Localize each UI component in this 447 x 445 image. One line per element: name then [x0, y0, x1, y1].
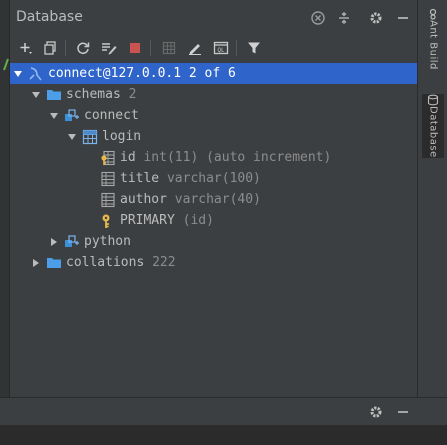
tree-row-label: connect@127.0.0.1 2 of 6 — [48, 63, 236, 84]
folder-icon — [46, 87, 62, 103]
expand-arrow-right-icon[interactable] — [30, 252, 42, 273]
sidebar-tab-label: Ant Build — [427, 20, 439, 70]
tree-row-detail: varchar(40) — [174, 192, 261, 207]
database-icon — [427, 94, 439, 106]
tree-row[interactable]: author varchar(40) — [10, 189, 417, 210]
filter-icon[interactable] — [244, 38, 264, 58]
table-icon — [82, 129, 98, 145]
tree-row-name: collations — [66, 255, 145, 270]
check-mark-icon — [3, 58, 9, 71]
tree-row-detail: 2 — [128, 87, 137, 102]
tree-row-label: login — [102, 126, 141, 147]
schema-icon — [64, 108, 80, 124]
tree-row-label: id int(11) (auto increment) — [120, 147, 331, 168]
tree-row[interactable]: login — [10, 126, 417, 147]
expand-arrow-down-icon[interactable] — [48, 105, 60, 126]
tree-row[interactable]: connect — [10, 105, 417, 126]
column-icon — [100, 171, 116, 187]
tree-row-detail: varchar(100) — [166, 171, 261, 186]
console-icon[interactable]: QL — [211, 38, 231, 58]
tree-row-label: schemas 2 — [66, 84, 136, 105]
bottom-panel-area — [0, 425, 447, 445]
tree-row-label: title varchar(100) — [120, 168, 261, 189]
tree-row-label: author varchar(40) — [120, 189, 261, 210]
tree-row-name: python — [84, 234, 131, 249]
panel-header: Database — [10, 0, 417, 36]
tree-row-detail: (id) — [182, 213, 214, 228]
add-icon[interactable] — [16, 38, 36, 58]
bottom-tool-bar — [0, 397, 447, 425]
copy-icon[interactable] — [40, 38, 60, 58]
tree-row[interactable]: schemas 2 — [10, 84, 417, 105]
tree-row-name: author — [120, 192, 167, 207]
tree-row-label: collations 222 — [66, 252, 176, 273]
tree-row-label: connect — [84, 105, 139, 126]
tree-row[interactable]: id int(11) (auto increment) — [10, 147, 417, 168]
tree-row-name: title — [120, 171, 160, 186]
gear-icon[interactable] — [367, 9, 385, 27]
edit-icon[interactable] — [185, 38, 205, 58]
tree-row-detail: 222 — [152, 255, 176, 270]
database-toolbar: QL — [10, 36, 417, 60]
tree-row[interactable]: connect@127.0.0.1 2 of 6 — [10, 63, 417, 84]
left-tool-strip — [0, 0, 10, 397]
svg-text:QL: QL — [217, 47, 225, 54]
collapse-all-icon[interactable] — [335, 9, 353, 27]
gear-icon[interactable] — [367, 403, 385, 421]
table-view-icon[interactable] — [159, 38, 179, 58]
expand-arrow-down-icon[interactable] — [66, 126, 78, 147]
key-icon — [100, 213, 116, 229]
tree-row-detail: int(11) (auto increment) — [143, 150, 332, 165]
column-icon — [100, 192, 116, 208]
refresh-icon[interactable] — [73, 38, 93, 58]
expand-arrow-down-icon[interactable] — [30, 84, 42, 105]
folder-icon — [46, 255, 62, 271]
expand-arrow-down-icon[interactable] — [12, 63, 24, 84]
edit-schema-icon[interactable] — [99, 38, 119, 58]
tree-row-label: python — [84, 231, 131, 252]
tree-row-label: PRIMARY (id) — [120, 210, 214, 231]
close-circle-icon[interactable] — [309, 9, 327, 27]
datasource-icon — [28, 66, 44, 82]
tree-row[interactable]: title varchar(100) — [10, 168, 417, 189]
expand-arrow-right-icon[interactable] — [48, 231, 60, 252]
database-panel: Database QL connect@127.0.0.1 2 of 6 sch… — [10, 0, 417, 397]
tree-row-name: connect@127.0.0.1 — [48, 66, 182, 81]
sidebar-tab-database[interactable]: Database — [422, 94, 444, 158]
tree-row[interactable]: collations 222 — [10, 252, 417, 273]
tree-row[interactable]: PRIMARY (id) — [10, 210, 417, 231]
sidebar-tab-ant-build[interactable]: Ant Build — [422, 8, 444, 70]
minimize-icon[interactable] — [394, 403, 412, 421]
tree-row-detail: 2 of 6 — [188, 66, 236, 81]
tree-row-name: connect — [84, 108, 139, 123]
minimize-icon[interactable] — [394, 9, 412, 27]
tree-row-name: PRIMARY — [120, 213, 175, 228]
right-tool-strip: Ant Build Database — [417, 0, 447, 397]
sidebar-tab-label: Database — [427, 106, 439, 158]
stop-icon[interactable] — [125, 38, 145, 58]
key-column-icon — [100, 150, 116, 166]
tree-row[interactable]: python — [10, 231, 417, 252]
ant-icon — [429, 8, 437, 20]
tree-row-name: login — [102, 129, 142, 144]
schema-icon — [64, 234, 80, 250]
panel-title: Database — [16, 9, 83, 25]
tree-row-name: id — [120, 150, 136, 165]
tree-row-name: schemas — [66, 87, 121, 102]
